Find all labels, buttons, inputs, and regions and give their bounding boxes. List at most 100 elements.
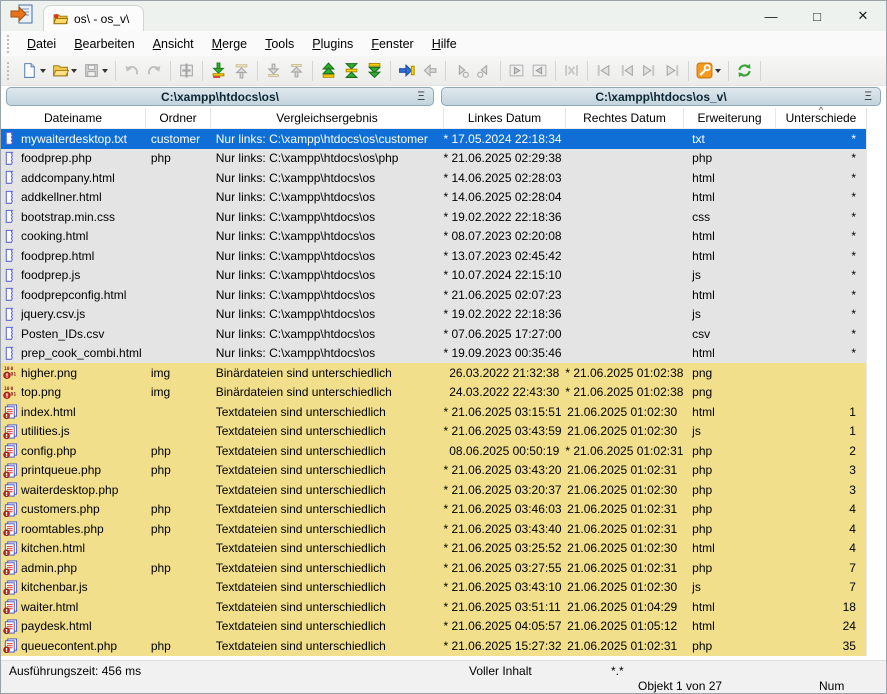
last-file-button[interactable] xyxy=(661,59,684,83)
open-left-button[interactable] xyxy=(528,59,551,83)
table-row[interactable]: kitchen.htmlTextdateien sind unterschied… xyxy=(1,539,867,559)
close-button[interactable]: ✕ xyxy=(840,1,886,31)
extension-cell: php xyxy=(683,639,775,653)
menu-hilfe[interactable]: Hilfe xyxy=(423,34,466,54)
collapse-button[interactable] xyxy=(560,59,583,83)
menu-plugins[interactable]: Plugins xyxy=(303,34,362,54)
copy-right-marker-icon xyxy=(453,62,470,79)
compare-result-cell: Nur links: C:\xampp\htdocs\os xyxy=(211,210,444,224)
table-row[interactable]: utilities.jsTextdateien sind unterschied… xyxy=(1,422,867,442)
left-path-menu-icon[interactable]: Ξ xyxy=(417,89,425,103)
table-row[interactable]: 10001higher.pngimgBinärdateien sind unte… xyxy=(1,363,867,383)
text-diff-icon xyxy=(1,560,21,575)
open-button[interactable] xyxy=(49,59,80,83)
menu-ansicht[interactable]: Ansicht xyxy=(144,34,203,54)
copy-left-marker-icon xyxy=(476,62,493,79)
differences-cell: * xyxy=(775,210,866,224)
compare-result-cell: Nur links: C:\xampp\htdocs\os\php xyxy=(211,151,444,165)
table-row[interactable]: addcompany.htmlNur links: C:\xampp\htdoc… xyxy=(1,168,867,188)
table-row[interactable]: roomtables.phpphpTextdateien sind unters… xyxy=(1,519,867,539)
table-row[interactable]: waiter.htmlTextdateien sind unterschiedl… xyxy=(1,597,867,617)
column-header-rechtes-datum[interactable]: Rechtes Datum xyxy=(566,108,684,128)
table-row[interactable]: cooking.htmlNur links: C:\xampp\htdocs\o… xyxy=(1,227,867,247)
table-row[interactable]: jquery.csv.jsNur links: C:\xampp\htdocs\… xyxy=(1,305,867,325)
menu-fenster[interactable]: Fenster xyxy=(362,34,422,54)
menu-tools[interactable]: Tools xyxy=(256,34,303,54)
compare-button[interactable] xyxy=(395,59,418,83)
table-row[interactable]: queuecontent.phpphpTextdateien sind unte… xyxy=(1,636,867,656)
prev-file-button[interactable] xyxy=(615,59,638,83)
column-header-vergleichsergebnis[interactable]: Vergleichsergebnis xyxy=(211,108,444,128)
copy-to-left-button[interactable] xyxy=(230,59,253,83)
menu-datei[interactable]: Datei xyxy=(18,34,65,54)
table-row[interactable]: kitchenbar.jsTextdateien sind unterschie… xyxy=(1,578,867,598)
file-name-cell: mywaiterdesktop.txt xyxy=(21,132,146,146)
open-right-icon xyxy=(508,62,525,79)
table-row[interactable]: 10001top.pngimgBinärdateien sind untersc… xyxy=(1,383,867,403)
save-button[interactable] xyxy=(80,59,111,83)
column-header-dateiname[interactable]: Dateiname xyxy=(1,108,146,128)
right-date-cell: 21.06.2025 01:02:30 xyxy=(565,580,683,594)
table-row[interactable]: printqueue.phpphpTextdateien sind unters… xyxy=(1,461,867,481)
extension-cell: php xyxy=(683,522,775,536)
compare-result-cell: Binärdateien sind unterschiedlich xyxy=(211,366,444,380)
copy-to-right-icon xyxy=(210,62,227,79)
table-row[interactable]: admin.phpphpTextdateien sind unterschied… xyxy=(1,558,867,578)
left-date-cell: * 21.06.2025 03:43:59 xyxy=(443,424,565,438)
refresh-button[interactable] xyxy=(733,59,756,83)
new-file-button[interactable] xyxy=(18,59,49,83)
next-file-button[interactable] xyxy=(638,59,661,83)
table-row[interactable]: addkellner.htmlNur links: C:\xampp\htdoc… xyxy=(1,188,867,208)
first-diff-button[interactable] xyxy=(592,59,615,83)
menu-merge[interactable]: Merge xyxy=(203,34,256,54)
menu-grip[interactable] xyxy=(7,35,12,53)
compare-result-cell: Nur links: C:\xampp\htdocs\os xyxy=(211,327,444,341)
copy-to-right-button[interactable] xyxy=(207,59,230,83)
move-left-button[interactable] xyxy=(285,59,308,83)
options-button[interactable] xyxy=(693,59,724,83)
table-row[interactable]: index.htmlTextdateien sind unterschiedli… xyxy=(1,402,867,422)
table-row[interactable]: Posten_IDs.csvNur links: C:\xampp\htdocs… xyxy=(1,324,867,344)
table-row[interactable]: prep_cook_combi.htmlNur links: C:\xampp\… xyxy=(1,344,867,364)
table-row[interactable]: mywaiterdesktop.txtcustomerNur links: C:… xyxy=(1,129,867,149)
maximize-button[interactable]: □ xyxy=(794,1,840,31)
table-row[interactable]: foodprep.jsNur links: C:\xampp\htdocs\os… xyxy=(1,266,867,286)
toolbar-grip[interactable] xyxy=(7,62,12,80)
compare-method: Voller Inhalt xyxy=(469,664,532,678)
table-row[interactable]: config.phpphpTextdateien sind unterschie… xyxy=(1,441,867,461)
table-row[interactable]: customers.phpphpTextdateien sind untersc… xyxy=(1,500,867,520)
column-header-ordner[interactable]: Ordner xyxy=(146,108,211,128)
left-date-cell: * 21.06.2025 03:43:40 xyxy=(443,522,565,536)
undo-button[interactable] xyxy=(120,59,143,83)
current-diff-button[interactable] xyxy=(340,59,363,83)
right-path-menu-icon[interactable]: Ξ xyxy=(864,89,872,103)
table-row[interactable]: paydesk.htmlTextdateien sind unterschied… xyxy=(1,617,867,637)
menu-bearbeiten[interactable]: Bearbeiten xyxy=(65,34,143,54)
next-diff-button[interactable] xyxy=(363,59,386,83)
table-row[interactable]: foodprepconfig.htmlNur links: C:\xampp\h… xyxy=(1,285,867,305)
split-view-button[interactable] xyxy=(175,59,198,83)
right-path-header[interactable]: C:\xampp\htdocs\os_v\ Ξ xyxy=(441,87,881,106)
copy-left-marker-button[interactable] xyxy=(473,59,496,83)
compare-tab[interactable]: os\ - os_v\ xyxy=(43,5,144,31)
extension-cell: php xyxy=(683,151,775,165)
table-row[interactable]: foodprep.phpphpNur links: C:\xampp\htdoc… xyxy=(1,149,867,169)
file-name-cell: waiter.html xyxy=(21,600,146,614)
column-header-unterschiede[interactable]: ^ Unterschiede xyxy=(776,108,867,128)
minimize-button[interactable]: — xyxy=(748,1,794,31)
file-name-cell: addkellner.html xyxy=(21,190,146,204)
table-row[interactable]: foodprep.htmlNur links: C:\xampp\htdocs\… xyxy=(1,246,867,266)
column-header-erweiterung[interactable]: Erweiterung xyxy=(684,108,776,128)
stop-button[interactable] xyxy=(418,59,441,83)
open-right-button[interactable] xyxy=(505,59,528,83)
copy-right-marker-button[interactable] xyxy=(450,59,473,83)
redo-button[interactable] xyxy=(143,59,166,83)
sort-ascending-icon: ^ xyxy=(819,106,823,114)
prev-diff-button[interactable] xyxy=(317,59,340,83)
column-header-linkes-datum[interactable]: Linkes Datum xyxy=(444,108,566,128)
table-row[interactable]: waiterdesktop.phpTextdateien sind unters… xyxy=(1,480,867,500)
left-path-header[interactable]: C:\xampp\htdocs\os\ Ξ xyxy=(6,87,434,106)
table-row[interactable]: bootstrap.min.cssNur links: C:\xampp\htd… xyxy=(1,207,867,227)
right-date-cell: * 21.06.2025 01:02:31 xyxy=(565,444,683,458)
move-right-button[interactable] xyxy=(262,59,285,83)
